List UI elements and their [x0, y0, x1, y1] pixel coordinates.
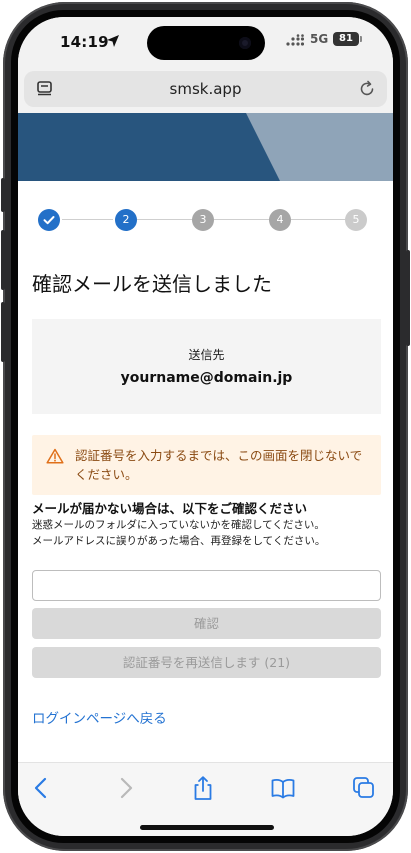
tabs-icon[interactable]	[351, 775, 377, 801]
step-3: 3	[192, 209, 214, 231]
alert-message: 認証番号を入力するまでは、この画面を閉じないでください。	[75, 448, 363, 482]
resend-code-button[interactable]: 認証番号を再送信します (21)	[32, 647, 381, 678]
back-icon[interactable]	[29, 775, 55, 801]
status-time: 14:19	[60, 33, 109, 51]
status-bar: 14:19 5G 81	[18, 17, 393, 67]
battery-tip	[360, 36, 362, 42]
url-text[interactable]: smsk.app	[24, 80, 387, 98]
help-line: 迷惑メールのフォルダに入っていないかを確認してください。	[32, 519, 325, 531]
step-connector	[214, 219, 269, 220]
header-banner	[18, 113, 393, 181]
back-to-login-link[interactable]: ログインページへ戻る	[32, 707, 167, 727]
share-icon[interactable]	[190, 775, 216, 801]
battery-icon: 81	[333, 32, 359, 46]
warning-alert: 認証番号を入力するまでは、この画面を閉じないでください。	[32, 435, 381, 495]
forward-icon[interactable]	[112, 775, 138, 801]
warning-icon	[46, 448, 64, 464]
recipient-label: 送信先	[188, 348, 225, 362]
step-4: 4	[269, 209, 291, 231]
volume-down-button	[1, 302, 5, 362]
reload-icon[interactable]	[358, 80, 376, 98]
step-2: 2	[115, 209, 137, 231]
help-line: メールアドレスに誤りがあった場合、再登録をしてください。	[32, 535, 326, 547]
dynamic-island	[147, 26, 265, 60]
camera-icon	[239, 37, 251, 49]
confirm-button[interactable]: 確認	[32, 608, 381, 639]
step-connector	[137, 219, 192, 220]
help-heading: メールが届かない場合は、以下をご確認ください	[32, 501, 308, 516]
cellular-signal-icon	[286, 34, 304, 46]
address-bar[interactable]: smsk.app	[24, 71, 387, 107]
home-indicator[interactable]	[140, 825, 274, 830]
bookmarks-icon[interactable]	[270, 775, 296, 801]
step-connector	[291, 219, 345, 220]
verification-code-input[interactable]	[32, 570, 381, 601]
screen: 14:19 5G 81 smsk.app 2 3 4 5 確認メールを送信しまし…	[18, 17, 393, 836]
browser-address-area: smsk.app	[18, 67, 393, 113]
progress-stepper: 2 3 4 5	[18, 205, 393, 235]
network-type: 5G	[310, 32, 329, 46]
step-5: 5	[345, 209, 367, 231]
page-title: 確認メールを送信しました	[32, 272, 272, 296]
step-connector	[62, 219, 113, 220]
banner-decoration	[246, 113, 393, 181]
mute-switch	[1, 178, 5, 212]
power-button	[406, 250, 410, 346]
volume-up-button	[1, 230, 5, 290]
recipient-box: 送信先 yourname@domain.jp	[32, 319, 381, 414]
checkmark-icon	[43, 216, 55, 225]
location-arrow-icon	[107, 35, 119, 47]
step-1-completed	[38, 209, 60, 231]
recipient-email: yourname@domain.jp	[120, 370, 293, 386]
